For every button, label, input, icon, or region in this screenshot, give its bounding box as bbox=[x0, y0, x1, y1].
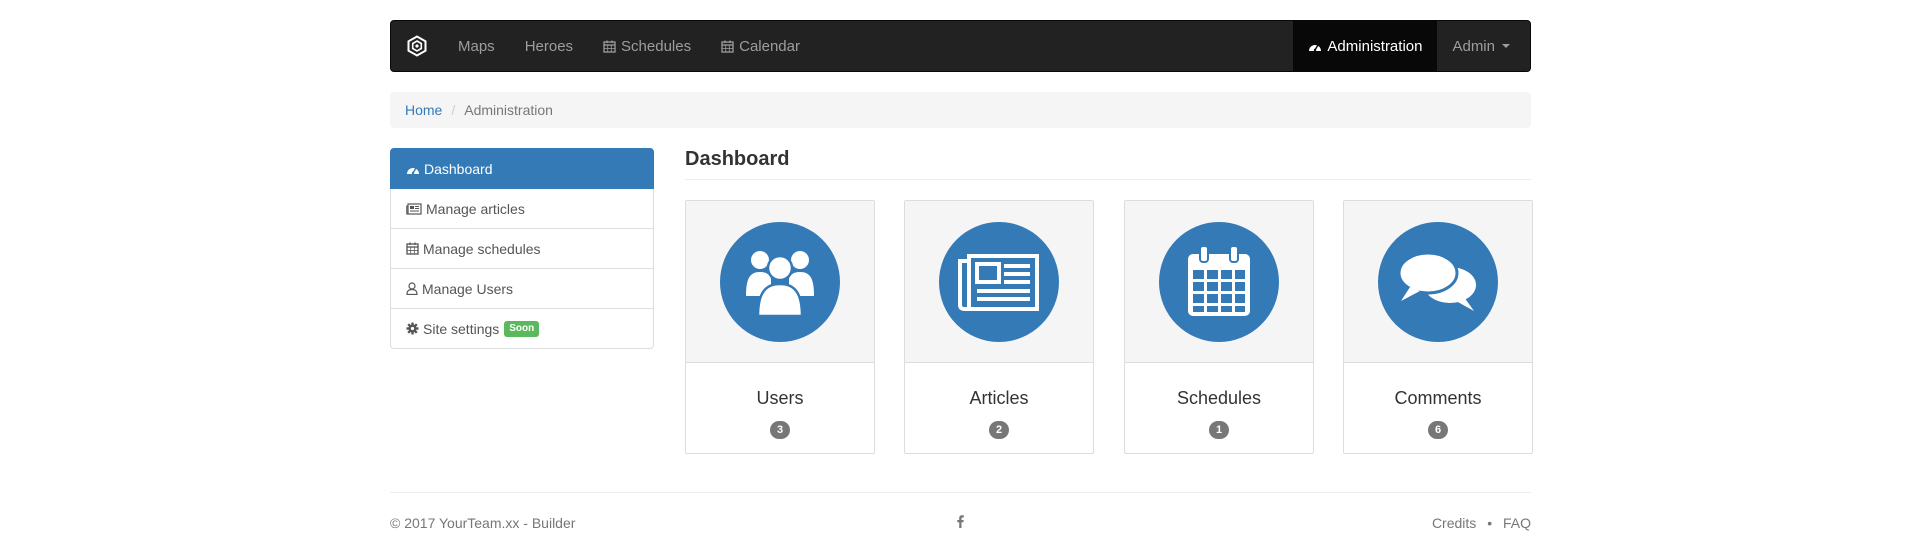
nav-maps-label: Maps bbox=[458, 37, 495, 55]
count-badge: 3 bbox=[770, 421, 790, 439]
nav-calendar-label: Calendar bbox=[739, 37, 800, 55]
comments-icon bbox=[1397, 251, 1476, 311]
facebook-link[interactable] bbox=[941, 515, 981, 531]
dashboard-icon bbox=[1309, 44, 1322, 52]
tile-articles[interactable]: Articles 2 bbox=[904, 200, 1094, 454]
sidebar-item-label: Site settings bbox=[423, 320, 500, 337]
sidebar-item-site-settings[interactable]: Site settings Soon bbox=[390, 308, 654, 349]
tile-schedules[interactable]: Schedules 1 bbox=[1124, 200, 1314, 454]
nav-calendar[interactable]: Calendar bbox=[706, 21, 815, 71]
nav-schedules[interactable]: Schedules bbox=[588, 21, 706, 71]
tile-users[interactable]: Users 3 bbox=[685, 200, 875, 454]
page-title: Dashboard bbox=[685, 148, 1531, 180]
newspaper-icon bbox=[406, 202, 422, 215]
footer-separator: • bbox=[1487, 515, 1493, 531]
navbar: Maps Heroes Schedules Calendar Administr… bbox=[390, 20, 1531, 72]
nav-heroes[interactable]: Heroes bbox=[510, 21, 588, 71]
sidebar-item-manage-schedules[interactable]: Manage schedules bbox=[390, 228, 654, 269]
tile-circle bbox=[720, 221, 840, 342]
newspaper-icon bbox=[958, 253, 1039, 311]
tile-icon-area bbox=[686, 201, 874, 363]
tile-title: Comments bbox=[1394, 388, 1482, 408]
dashboard-tiles: Users 3 Articles 2 Schedules 1 Comments … bbox=[685, 200, 1533, 454]
sidebar-item-label: Manage Users bbox=[422, 280, 514, 297]
sidebar-menu: Dashboard Manage articles Manage schedul… bbox=[390, 148, 654, 349]
users-icon bbox=[746, 250, 814, 317]
nav-administration[interactable]: Administration bbox=[1293, 21, 1438, 71]
tile-circle bbox=[939, 221, 1059, 342]
facebook-icon bbox=[957, 515, 964, 528]
breadcrumb-separator: / bbox=[451, 102, 456, 118]
tile-icon-area bbox=[1344, 201, 1532, 363]
user-menu-dropdown[interactable]: Admin bbox=[1437, 21, 1530, 71]
breadcrumb: Home / Administration bbox=[390, 92, 1531, 128]
gear-icon bbox=[406, 322, 419, 335]
calendar-icon bbox=[406, 242, 419, 255]
nav-schedules-label: Schedules bbox=[621, 37, 692, 55]
tile-icon-area bbox=[1125, 201, 1313, 363]
soon-badge: Soon bbox=[504, 320, 540, 337]
sidebar-item-dashboard[interactable]: Dashboard bbox=[390, 148, 654, 189]
footer-links: Credits • FAQ bbox=[981, 515, 1531, 531]
calendar-icon bbox=[721, 40, 734, 53]
user-icon bbox=[406, 282, 418, 295]
tile-title: Users bbox=[756, 388, 804, 408]
tile-circle bbox=[1159, 221, 1279, 342]
tile-icon-area bbox=[905, 201, 1093, 363]
breadcrumb-home-link[interactable]: Home bbox=[405, 102, 442, 118]
tile-title: Articles bbox=[969, 388, 1029, 408]
tile-circle bbox=[1378, 221, 1498, 342]
nav-maps[interactable]: Maps bbox=[443, 21, 510, 71]
sidebar-item-label: Dashboard bbox=[424, 160, 493, 177]
count-badge: 2 bbox=[989, 421, 1009, 439]
footer: © 2017 YourTeam.xx - Builder Credits • F… bbox=[390, 512, 1531, 534]
faq-link[interactable]: FAQ bbox=[1503, 515, 1531, 531]
nav-administration-label: Administration bbox=[1327, 37, 1423, 55]
dashboard-icon bbox=[407, 167, 419, 174]
tile-title: Schedules bbox=[1176, 388, 1262, 408]
main-content: Dashboard Users 3 Articles 2 Schedules 1… bbox=[685, 148, 1533, 454]
brand-logo[interactable] bbox=[391, 21, 443, 71]
nav-heroes-label: Heroes bbox=[524, 37, 574, 55]
sidebar-item-label: Manage schedules bbox=[423, 240, 541, 257]
user-menu-label: Admin bbox=[1452, 37, 1495, 55]
calendar-icon bbox=[603, 40, 616, 53]
caret-down-icon bbox=[1502, 44, 1510, 48]
footer-divider bbox=[390, 492, 1531, 493]
breadcrumb-current: Administration bbox=[464, 102, 553, 118]
count-badge: 1 bbox=[1209, 421, 1229, 439]
credits-link[interactable]: Credits bbox=[1432, 515, 1476, 531]
sidebar-item-manage-articles[interactable]: Manage articles bbox=[390, 188, 654, 229]
count-badge: 6 bbox=[1428, 421, 1448, 439]
tile-comments[interactable]: Comments 6 bbox=[1343, 200, 1533, 454]
calendar-icon bbox=[1188, 245, 1250, 316]
footer-copyright: © 2017 YourTeam.xx - Builder bbox=[390, 515, 576, 531]
sidebar-item-label: Manage articles bbox=[426, 200, 525, 217]
hexagon-logo-icon bbox=[407, 35, 427, 57]
sidebar-item-manage-users[interactable]: Manage Users bbox=[390, 268, 654, 309]
